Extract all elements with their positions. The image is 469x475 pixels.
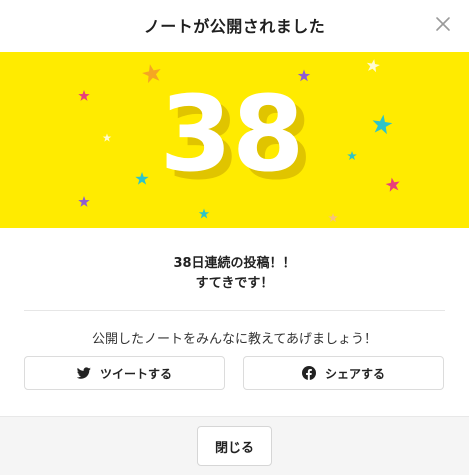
star-icon	[328, 213, 338, 223]
divider	[24, 310, 445, 311]
congrats-message: 38日連続の投稿！！ すてきです！	[0, 254, 469, 294]
star-icon	[78, 90, 90, 101]
share-prompt: 公開したノートをみんなに教えてあげましょう！	[92, 332, 377, 347]
close-button[interactable]: 閉じる	[197, 426, 272, 466]
star-icon	[102, 133, 112, 142]
star-icon	[78, 196, 90, 207]
tweet-button[interactable]: ツイートする	[24, 356, 225, 390]
congrats-line-2: すてきです！	[195, 276, 274, 291]
publish-complete-dialog: ノートが公開されました 38 38 38日連続の投稿！！ すてきです！ 公開した…	[0, 0, 469, 475]
dialog-title: ノートが公開されました	[143, 17, 326, 36]
star-icon	[370, 113, 394, 135]
star-icon	[347, 151, 357, 161]
facebook-share-button[interactable]: シェアする	[243, 356, 444, 390]
star-icon	[365, 57, 381, 73]
dialog-footer: 閉じる	[0, 416, 469, 475]
dialog-header: ノートが公開されました	[0, 0, 469, 52]
close-icon[interactable]	[433, 14, 453, 34]
star-icon	[384, 176, 402, 193]
star-icon	[135, 172, 149, 185]
congrats-line-1: 38日連続の投稿！！	[173, 256, 296, 271]
facebook-button-label: シェアする	[324, 366, 385, 381]
twitter-icon	[76, 366, 91, 380]
streak-banner: 38 38	[0, 52, 469, 228]
star-icon	[198, 208, 210, 219]
facebook-icon	[301, 366, 316, 380]
tweet-button-label: ツイートする	[99, 366, 172, 381]
streak-number: 38	[160, 73, 305, 195]
